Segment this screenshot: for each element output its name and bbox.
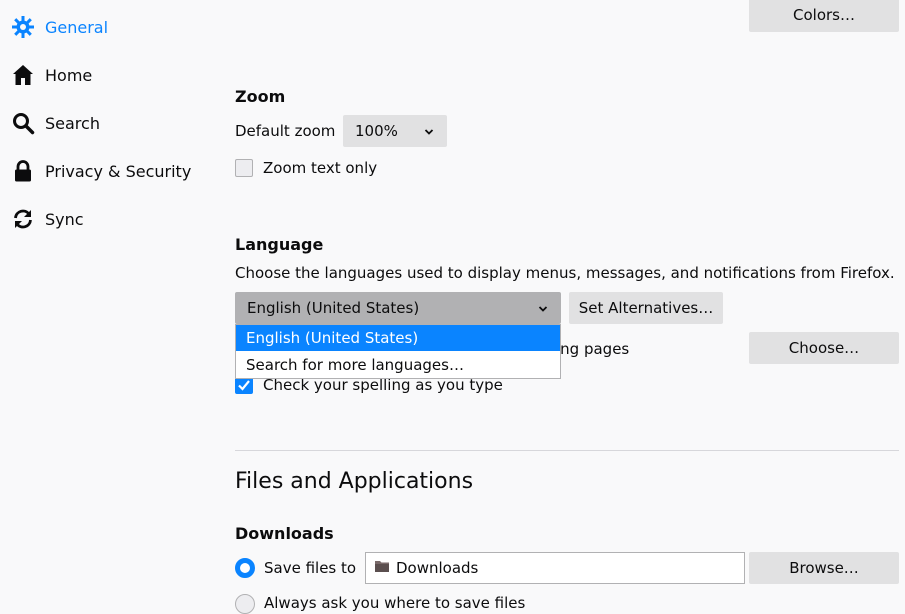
sidebar-item-label: Search (45, 113, 100, 133)
sidebar-item-privacy[interactable]: Privacy & Security (10, 154, 191, 188)
chevron-down-icon (423, 124, 435, 142)
files-applications-heading: Files and Applications (235, 469, 474, 494)
web-pages-language-label: ing pages (556, 340, 630, 358)
sidebar-item-sync[interactable]: Sync (10, 202, 84, 236)
language-select-value: English (United States) (247, 299, 420, 317)
sidebar-item-general[interactable]: General (10, 10, 108, 44)
search-icon (10, 110, 36, 136)
section-divider (235, 450, 899, 451)
set-alternatives-button[interactable]: Set Alternatives… (569, 292, 723, 324)
language-dropdown-menu: English (United States) Search for more … (235, 324, 561, 379)
zoom-text-only-checkbox[interactable] (235, 159, 253, 177)
save-files-label: Save files to (264, 559, 357, 577)
always-ask-label: Always ask you where to save files (264, 594, 526, 612)
checkmark-icon (238, 380, 250, 391)
download-folder-value: Downloads (396, 559, 479, 577)
lock-icon (10, 158, 36, 184)
default-zoom-label: Default zoom (235, 122, 336, 140)
sidebar-item-home[interactable]: Home (10, 58, 92, 92)
sidebar-item-label: Sync (45, 209, 84, 229)
language-heading: Language (235, 235, 324, 254)
sidebar-item-search[interactable]: Search (10, 106, 100, 140)
sync-icon (10, 206, 36, 232)
language-description: Choose the languages used to display men… (235, 264, 895, 282)
browse-button[interactable]: Browse… (749, 552, 899, 584)
sidebar-item-label: Home (45, 65, 93, 85)
default-zoom-value: 100% (355, 122, 398, 140)
home-icon (10, 62, 36, 88)
choose-languages-button[interactable]: Choose… (749, 332, 899, 364)
chevron-down-icon (537, 301, 549, 319)
language-option[interactable]: English (United States) (236, 325, 560, 351)
always-ask-radio[interactable] (235, 594, 255, 614)
zoom-heading: Zoom (235, 87, 286, 106)
language-select[interactable]: English (United States) (235, 292, 561, 324)
zoom-text-only-label: Zoom text only (263, 159, 378, 177)
default-zoom-select[interactable]: 100% (343, 115, 447, 147)
sidebar-item-label: General (45, 17, 109, 37)
sidebar-item-label: Privacy & Security (45, 161, 192, 181)
save-files-radio[interactable] (235, 558, 255, 578)
downloads-heading: Downloads (235, 524, 334, 543)
download-folder-field[interactable]: Downloads (365, 552, 745, 584)
language-option[interactable]: Search for more languages… (236, 352, 560, 378)
folder-icon (374, 559, 390, 577)
colors-button[interactable]: Colors… (749, 0, 899, 32)
gear-icon (10, 14, 36, 40)
